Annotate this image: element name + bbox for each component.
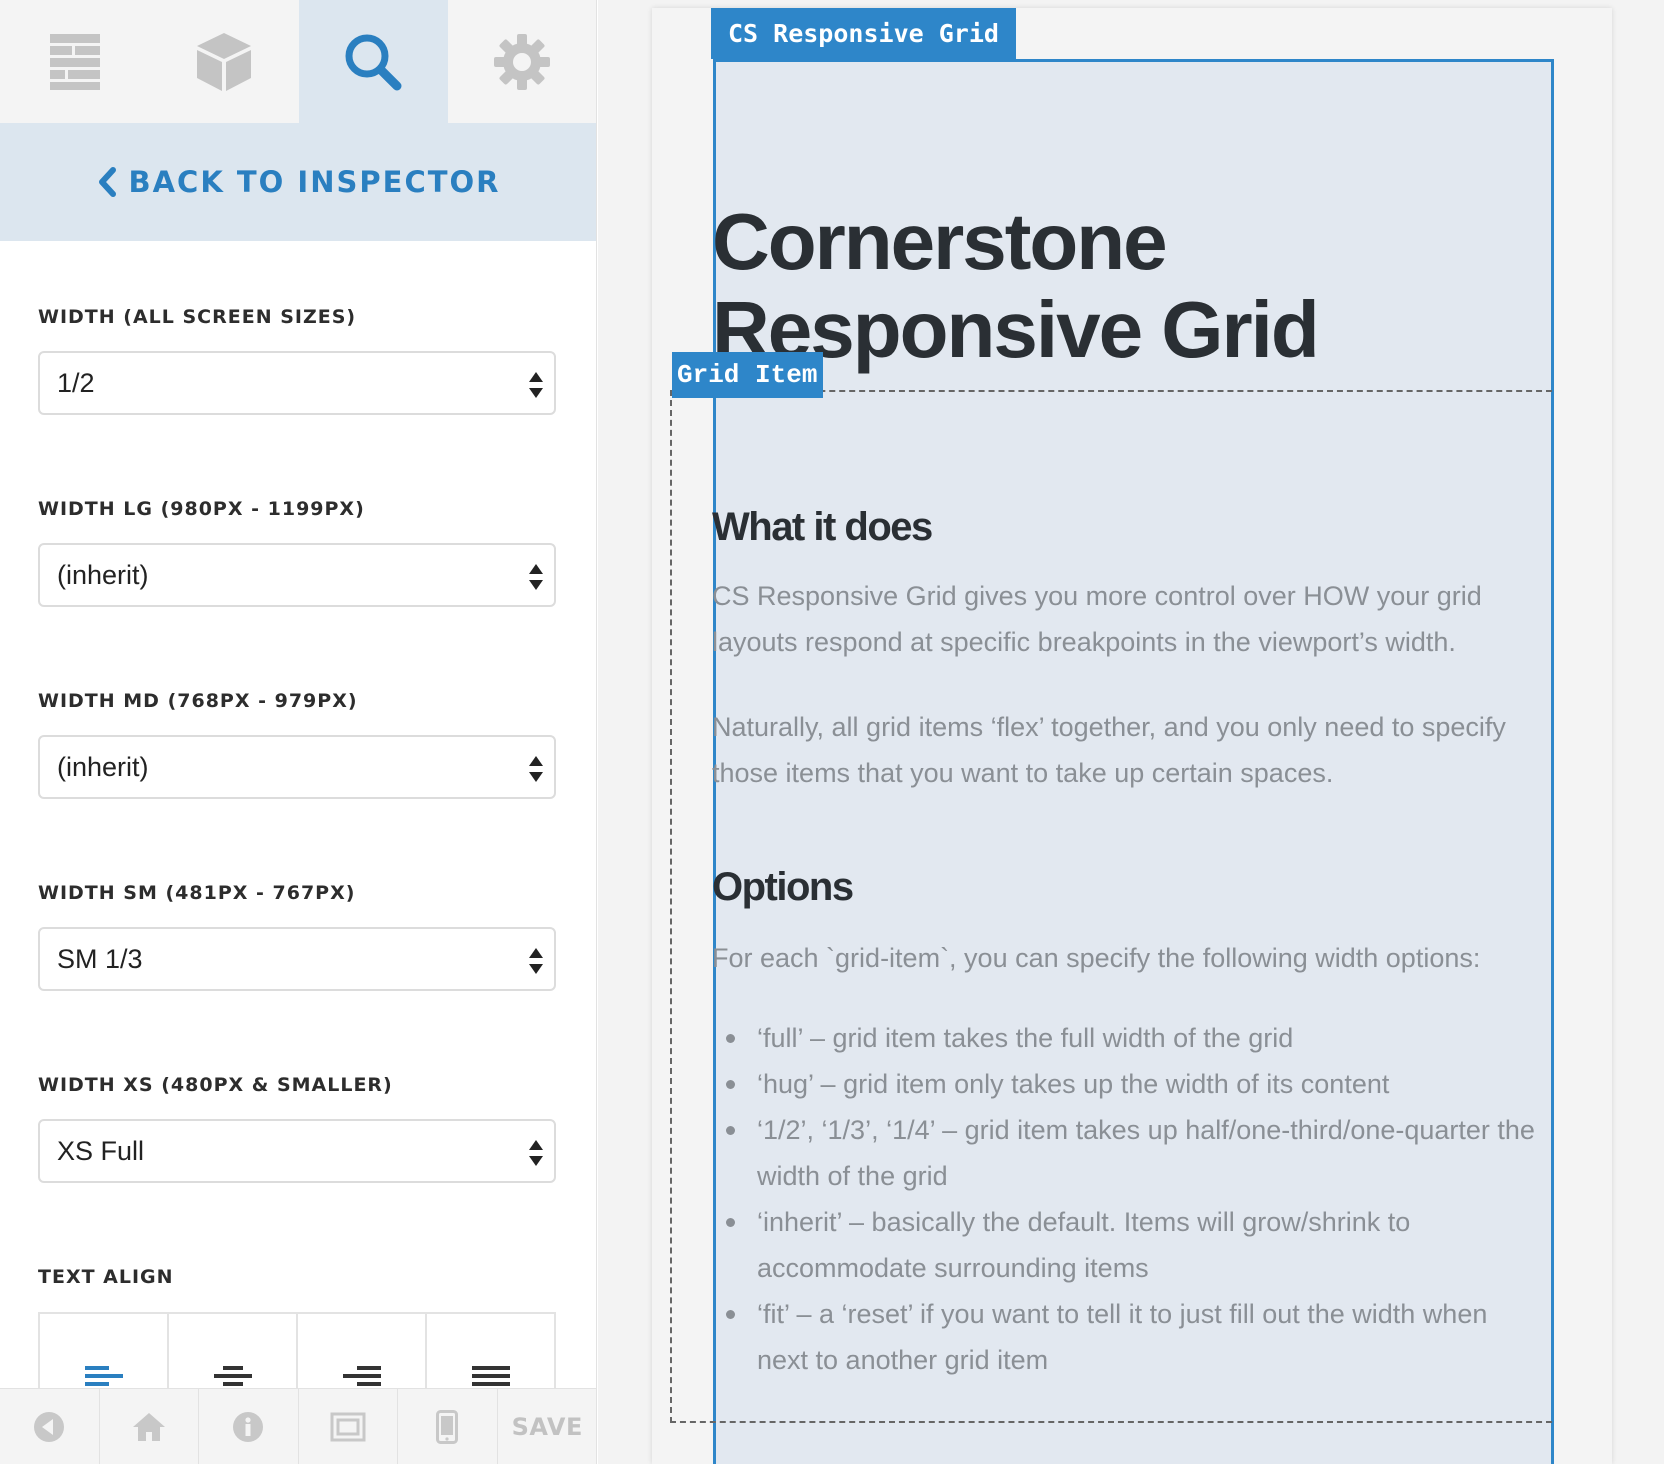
bullet xyxy=(726,1126,735,1135)
paragraph-options-intro: For each `grid-item`, you can specify th… xyxy=(712,943,1481,973)
list-item-text: ‘hug’ – grid item only takes up the widt… xyxy=(757,1069,1390,1099)
select-arrows-icon xyxy=(529,372,543,398)
gear-icon xyxy=(494,33,551,90)
label-width-md: WIDTH MD (768PX - 979PX) xyxy=(38,690,358,712)
paragraph-what-it-does-1: CS Responsive Grid gives you more contro… xyxy=(712,581,1482,657)
select-value: (inherit) xyxy=(57,751,149,782)
list-item: ‘full’ – grid item takes the full width … xyxy=(712,1015,1542,1061)
chevron-left-icon xyxy=(98,167,116,197)
list-item: ‘inherit’ – basically the default. Items… xyxy=(712,1199,1542,1291)
list-item: ‘1/2’, ‘1/3’, ‘1/4’ – grid item takes up… xyxy=(712,1107,1542,1199)
bullet xyxy=(726,1310,735,1319)
search-icon xyxy=(345,34,402,90)
save-button[interactable]: SAVE xyxy=(498,1389,597,1464)
select-arrows-icon xyxy=(529,1140,543,1166)
tab-settings[interactable] xyxy=(448,0,596,123)
tab-layout[interactable] xyxy=(0,0,149,123)
select-width-all[interactable]: 1/2 xyxy=(38,351,556,415)
select-value: (inherit) xyxy=(57,559,149,590)
bullet xyxy=(726,1034,735,1043)
select-width-xs[interactable]: XS Full xyxy=(38,1119,556,1183)
select-width-md[interactable]: (inherit) xyxy=(38,735,556,799)
select-width-lg[interactable]: (inherit) xyxy=(38,543,556,607)
back-circle-icon xyxy=(34,1412,65,1442)
mobile-icon xyxy=(436,1410,459,1444)
info-button[interactable] xyxy=(199,1389,299,1464)
select-arrows-icon xyxy=(529,756,543,782)
collapse-button[interactable] xyxy=(0,1389,100,1464)
list-item-text: ‘fit’ – a ‘reset’ if you want to tell it… xyxy=(757,1299,1488,1375)
home-icon xyxy=(132,1413,165,1441)
options-list: ‘full’ – grid item takes the full width … xyxy=(712,1015,1542,1383)
label-width-sm: WIDTH SM (481PX - 767PX) xyxy=(38,882,356,904)
label-width-all: WIDTH (ALL SCREEN SIZES) xyxy=(38,306,357,328)
cube-icon xyxy=(196,32,251,91)
heading-options: Options xyxy=(712,865,854,909)
back-to-inspector-button[interactable]: BACK TO INSPECTOR xyxy=(0,123,596,241)
back-label: BACK TO INSPECTOR xyxy=(128,165,501,199)
heading-what-it-does: What it does xyxy=(712,505,933,549)
bottom-toolbar: SAVE xyxy=(0,1388,597,1464)
label-width-xs: WIDTH XS (480PX & SMALLER) xyxy=(38,1074,393,1096)
select-value: SM 1/3 xyxy=(57,943,143,974)
select-width-sm[interactable]: SM 1/3 xyxy=(38,927,556,991)
bullet xyxy=(726,1080,735,1089)
fullscreen-button[interactable] xyxy=(299,1389,398,1464)
home-button[interactable] xyxy=(100,1389,199,1464)
label-width-lg: WIDTH LG (980PX - 1199PX) xyxy=(38,498,365,520)
save-label: SAVE xyxy=(511,1413,583,1441)
list-item: ‘fit’ – a ‘reset’ if you want to tell it… xyxy=(712,1291,1542,1383)
select-arrows-icon xyxy=(529,948,543,974)
tab-inspector[interactable] xyxy=(298,0,448,123)
info-icon xyxy=(233,1412,264,1442)
grid-tag[interactable]: CS Responsive Grid xyxy=(711,8,1016,59)
list-item-text: ‘full’ – grid item takes the full width … xyxy=(757,1023,1294,1053)
layout-icon xyxy=(49,33,100,90)
page-title: Cornerstone Responsive Grid xyxy=(712,197,1320,374)
select-value: XS Full xyxy=(57,1135,145,1166)
select-value: 1/2 xyxy=(57,367,95,398)
label-text-align: TEXT ALIGN xyxy=(38,1266,174,1288)
bullet xyxy=(726,1218,735,1227)
mobile-preview-button[interactable] xyxy=(398,1389,498,1464)
fullscreen-icon xyxy=(330,1412,366,1442)
paragraph-what-it-does-2: Naturally, all grid items ‘flex’ togethe… xyxy=(712,712,1506,788)
grid-item-tag[interactable]: Grid Item xyxy=(672,352,824,398)
select-arrows-icon xyxy=(529,564,543,590)
sidebar-tabs xyxy=(0,0,596,123)
list-item-text: ‘1/2’, ‘1/3’, ‘1/4’ – grid item takes up… xyxy=(757,1115,1535,1191)
tab-elements[interactable] xyxy=(149,0,298,123)
list-item-text: ‘inherit’ – basically the default. Items… xyxy=(757,1207,1411,1283)
inspector-sidebar: BACK TO INSPECTOR WIDTH (ALL SCREEN SIZE… xyxy=(0,0,597,1464)
list-item: ‘hug’ – grid item only takes up the widt… xyxy=(712,1061,1542,1107)
